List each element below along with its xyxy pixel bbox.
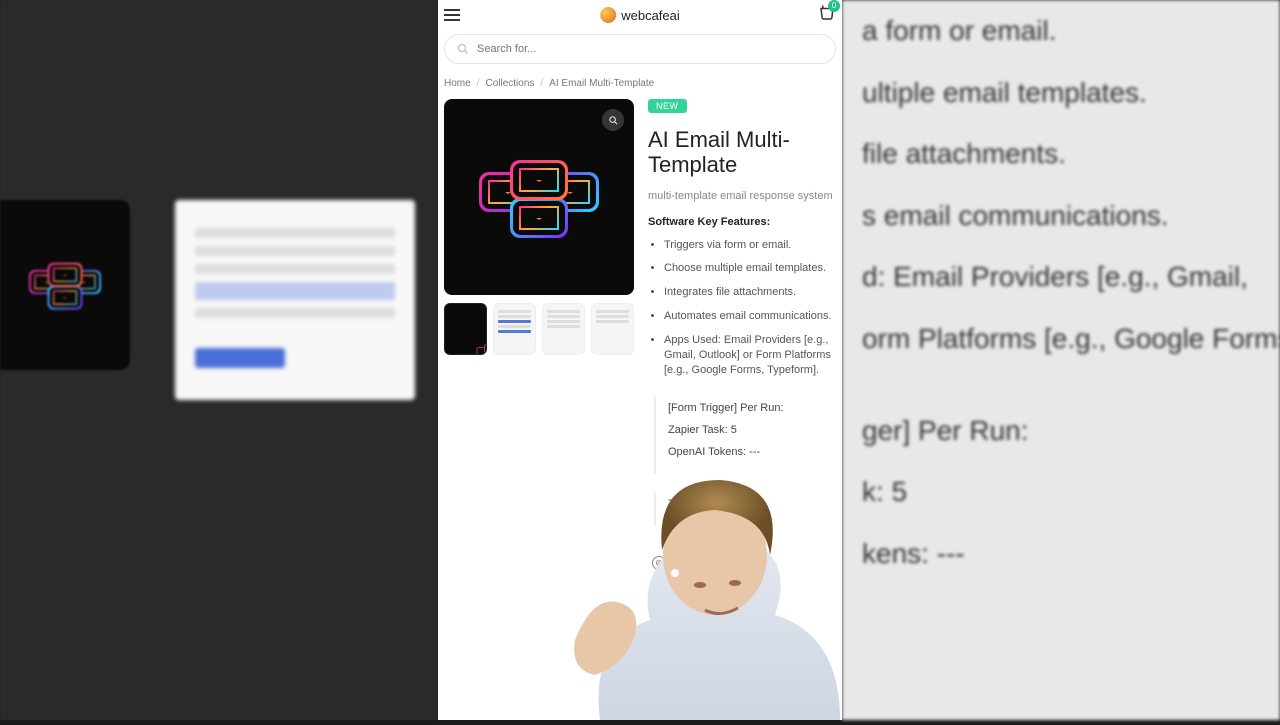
product-details: NEW AI Email Multi-Template multi-templa… (648, 99, 836, 602)
product-area: NEW AI Email Multi-Template multi-templa… (438, 99, 842, 602)
breadcrumb: Home / Collections / AI Email Multi-Temp… (438, 74, 842, 99)
tag-area: ◎ GPT-4 ertified (648, 556, 836, 592)
menu-icon[interactable] (444, 9, 460, 21)
thumb-4[interactable] (591, 303, 634, 355)
list-item: Automates email communications. (664, 309, 836, 324)
brand-name: webcafeai (621, 8, 680, 23)
zoom-icon[interactable] (602, 109, 624, 131)
run-title: Trigger] Per Run: (668, 498, 836, 510)
crumb-current: AI Email Multi-Template (549, 78, 654, 89)
openai-icon: ◎ (652, 556, 666, 570)
brand-logo-icon (600, 7, 616, 23)
topbar: webcafeai 0 (438, 0, 842, 30)
new-badge: NEW (648, 99, 687, 113)
run-block-1: [Form Trigger] Per Run: Zapier Task: 5 O… (654, 396, 836, 474)
bg-form-mock (175, 200, 415, 400)
list-item: Apps Used: Email Providers [e.g., Gmail,… (664, 333, 836, 378)
tag-certified: ertified (652, 580, 836, 592)
features-heading: Software Key Features: (648, 216, 836, 228)
search-input[interactable] (477, 43, 823, 55)
thumb-1[interactable] (444, 303, 487, 355)
run-line: Zapier Task: 5 (668, 424, 836, 436)
thumb-2[interactable] (493, 303, 536, 355)
product-title: AI Email Multi-Template (648, 127, 836, 178)
list-item: Integrates file attachments. (664, 285, 836, 300)
gallery (444, 99, 634, 602)
cart-count-badge: 0 (828, 0, 840, 12)
run-line: OpenAI Tokens: --- (668, 446, 836, 458)
product-subtitle: multi-template email response system (648, 190, 836, 202)
thumbnail-strip (444, 303, 634, 355)
mobile-viewport: webcafeai 0 Home / Collections / AI Emai… (438, 0, 842, 720)
crumb-home[interactable]: Home (444, 78, 471, 89)
brand[interactable]: webcafeai (600, 7, 680, 23)
crumb-collections[interactable]: Collections (485, 78, 534, 89)
bg-thumbnail (0, 200, 130, 370)
list-item: Triggers via form or email. (664, 238, 836, 253)
bg-right-panel: a form or email. ultiple email templates… (842, 0, 1280, 720)
cart-button[interactable]: 0 (818, 4, 836, 27)
floating-pill[interactable]: cial (793, 687, 830, 708)
search-icon (457, 43, 469, 55)
list-item: Choose multiple email templates. (664, 261, 836, 276)
run-block-2: Trigger] Per Run: (654, 492, 836, 526)
search-bar[interactable] (444, 34, 836, 64)
features-list: Triggers via form or email. Choose multi… (648, 238, 836, 378)
hero-image[interactable] (444, 99, 634, 295)
tag-gpt4: ◎ GPT-4 (652, 556, 836, 570)
envelope-art-icon (479, 142, 599, 252)
run-title: [Form Trigger] Per Run: (668, 402, 836, 414)
thumb-3[interactable] (542, 303, 585, 355)
